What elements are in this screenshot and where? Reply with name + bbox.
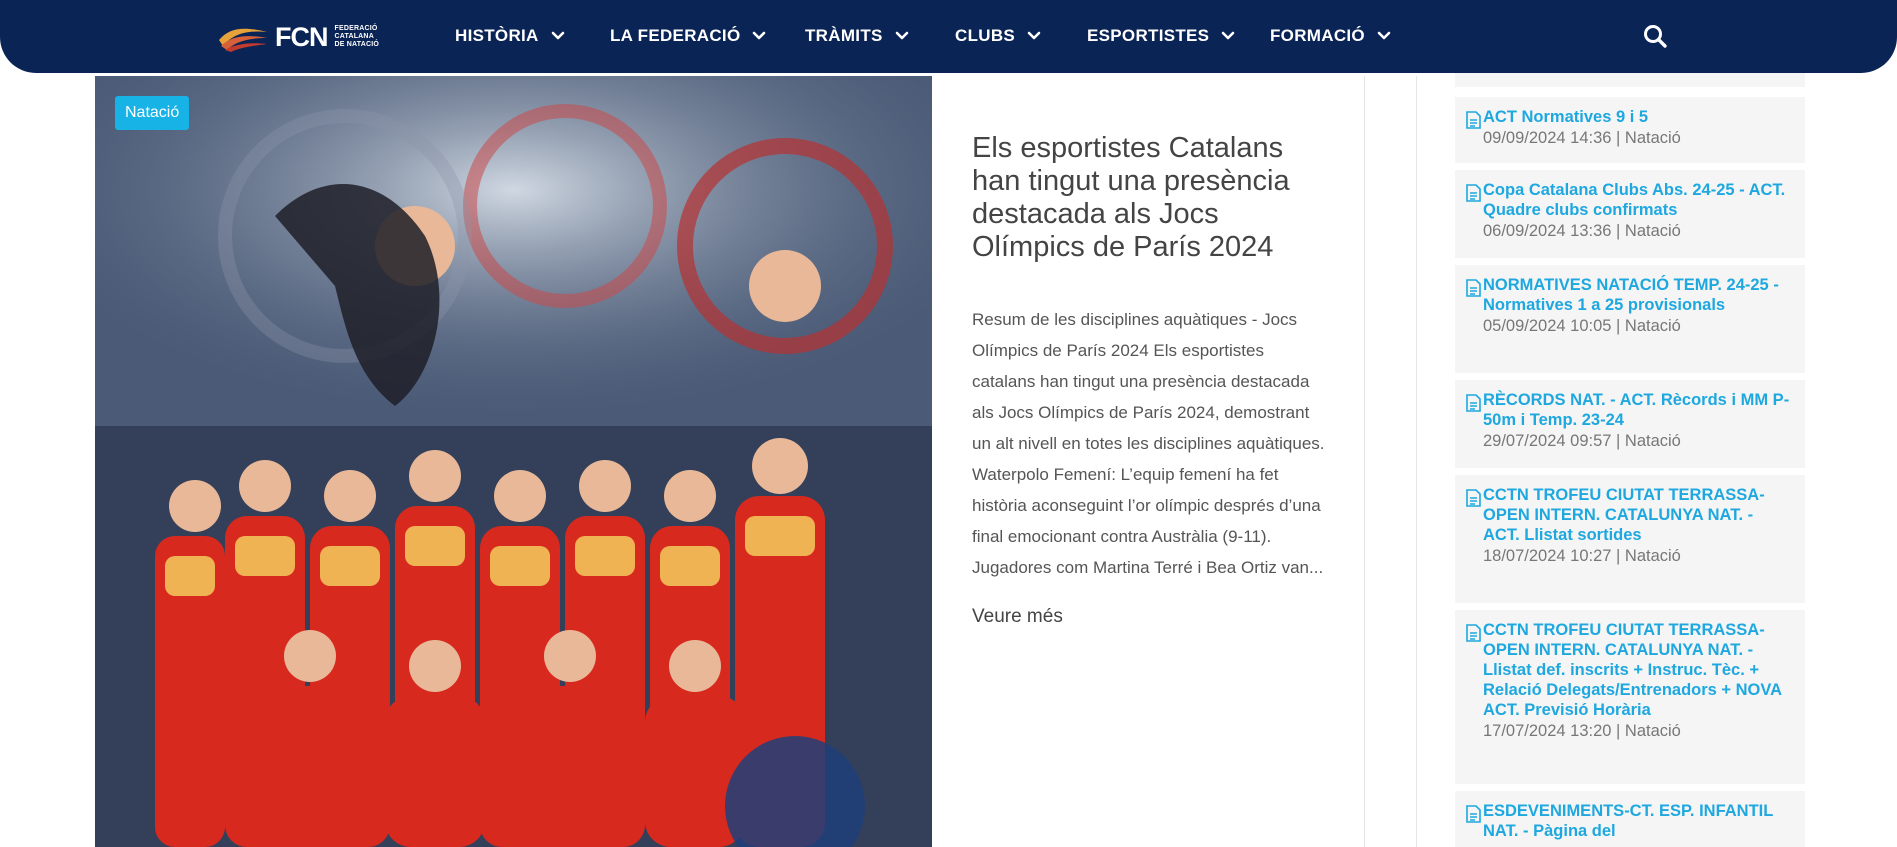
chevron-down-icon bbox=[753, 31, 766, 40]
sidebar-news-title[interactable]: CCTN TROFEU CIUTAT TERRASSA-OPEN INTERN.… bbox=[1483, 485, 1793, 545]
logo-wordmark: FCN bbox=[275, 21, 328, 52]
article-excerpt: Resum de les disciplines aquàtiques - Jo… bbox=[972, 310, 1325, 577]
top-navbar: FCN FEDERACIÓ CATALANA DE NATACIÓ HISTÒR… bbox=[0, 0, 1897, 73]
featured-image[interactable] bbox=[95, 76, 932, 847]
chevron-down-icon bbox=[1222, 31, 1235, 40]
featured-image-illustration bbox=[95, 76, 932, 847]
search-icon[interactable] bbox=[1641, 22, 1669, 50]
read-more-link[interactable]: Veure més bbox=[972, 606, 1063, 628]
sidebar-news-title[interactable]: ACT Normatives 9 i 5 bbox=[1483, 107, 1793, 127]
sidebar-news-meta: 05/09/2024 10:05 | Natació bbox=[1483, 317, 1681, 335]
document-icon bbox=[1466, 805, 1481, 823]
sidebar-news-item[interactable]: ACT Normatives 9 i 5 09/09/2024 14:36 | … bbox=[1455, 97, 1805, 163]
sidebar-news-item[interactable]: CCTN TROFEU CIUTAT TERRASSA-OPEN INTERN.… bbox=[1455, 610, 1805, 784]
nav-item-tramits[interactable]: TRÀMITS bbox=[805, 25, 909, 47]
document-icon bbox=[1466, 394, 1481, 412]
sidebar-news-item[interactable]: NORMATIVES NATACIÓ TEMP. 24-25 - Normati… bbox=[1455, 265, 1805, 373]
nav-item-historia[interactable]: HISTÒRIA bbox=[455, 25, 565, 47]
document-icon bbox=[1466, 184, 1481, 202]
sidebar-news-meta: 29/07/2024 09:57 | Natació bbox=[1483, 432, 1681, 450]
document-icon bbox=[1466, 489, 1481, 507]
document-icon bbox=[1466, 279, 1481, 297]
sidebar-news-item[interactable]: ESDEVENIMENTS-CT. ESP. INFANTIL NAT. - P… bbox=[1455, 791, 1805, 847]
chevron-down-icon bbox=[1027, 31, 1041, 40]
column-divider bbox=[1364, 76, 1365, 847]
sidebar-news-item[interactable]: Copa Catalana Clubs Abs. 24-25 - ACT. Qu… bbox=[1455, 170, 1805, 258]
nav-item-label: LA FEDERACIÓ bbox=[610, 26, 741, 45]
nav-item-label: ESPORTISTES bbox=[1087, 26, 1210, 45]
logo-subtitle-line: CATALANA bbox=[334, 33, 374, 40]
logo-subtitle-line: DE NATACIÓ bbox=[334, 41, 380, 48]
nav-item-formacio[interactable]: FORMACIÓ bbox=[1270, 25, 1391, 47]
column-divider bbox=[1416, 76, 1417, 847]
chevron-down-icon bbox=[551, 31, 564, 40]
fcn-logo[interactable]: FCN FEDERACIÓ CATALANA DE NATACIÓ bbox=[217, 20, 379, 54]
sidebar-news-item[interactable]: RÈCORDS NAT. - ACT. Rècords i MM P-50m i… bbox=[1455, 380, 1805, 468]
category-tag[interactable]: Natació bbox=[115, 96, 190, 130]
fcn-logo-wave-icon bbox=[219, 28, 267, 52]
chevron-down-icon bbox=[1377, 31, 1391, 40]
article-title[interactable]: Els esportistes Catalans han tingut una … bbox=[972, 132, 1322, 264]
nav-item-esportistes[interactable]: ESPORTISTES bbox=[1087, 25, 1235, 47]
sidebar-news-title[interactable]: NORMATIVES NATACIÓ TEMP. 24-25 - Normati… bbox=[1483, 275, 1793, 315]
sidebar-news-meta: 09/09/2024 14:36 | Natació bbox=[1483, 129, 1681, 147]
nav-item-la-federacio[interactable]: LA FEDERACIÓ bbox=[610, 25, 766, 47]
nav-item-label: FORMACIÓ bbox=[1270, 26, 1365, 45]
chevron-down-icon bbox=[895, 31, 908, 40]
nav-item-label: CLUBS bbox=[955, 26, 1016, 45]
sidebar-news-title[interactable]: CCTN TROFEU CIUTAT TERRASSA-OPEN INTERN.… bbox=[1483, 620, 1793, 720]
sidebar-news-title[interactable]: RÈCORDS NAT. - ACT. Rècords i MM P-50m i… bbox=[1483, 390, 1793, 430]
nav-item-label: TRÀMITS bbox=[805, 26, 883, 45]
logo-subtitle: FEDERACIÓ CATALANA DE NATACIÓ bbox=[335, 25, 380, 49]
document-icon bbox=[1466, 111, 1481, 129]
sidebar-news-meta: 17/07/2024 13:20 | Natació bbox=[1483, 722, 1681, 740]
sidebar-news-title[interactable]: Copa Catalana Clubs Abs. 24-25 - ACT. Qu… bbox=[1483, 180, 1793, 220]
logo-subtitle-line: FEDERACIÓ bbox=[334, 25, 378, 32]
nav-item-clubs[interactable]: CLUBS bbox=[955, 25, 1041, 47]
sidebar-news-meta: 18/07/2024 10:27 | Natació bbox=[1483, 547, 1681, 565]
sidebar-news-meta: 06/09/2024 13:36 | Natació bbox=[1483, 222, 1681, 240]
sidebar-news-item[interactable]: CCTN TROFEU CIUTAT TERRASSA-OPEN INTERN.… bbox=[1455, 475, 1805, 603]
nav-item-label: HISTÒRIA bbox=[455, 26, 539, 45]
sidebar-card-partial bbox=[1455, 73, 1805, 87]
sidebar-news-title[interactable]: ESDEVENIMENTS-CT. ESP. INFANTIL NAT. - P… bbox=[1483, 801, 1793, 841]
document-icon bbox=[1466, 624, 1481, 642]
